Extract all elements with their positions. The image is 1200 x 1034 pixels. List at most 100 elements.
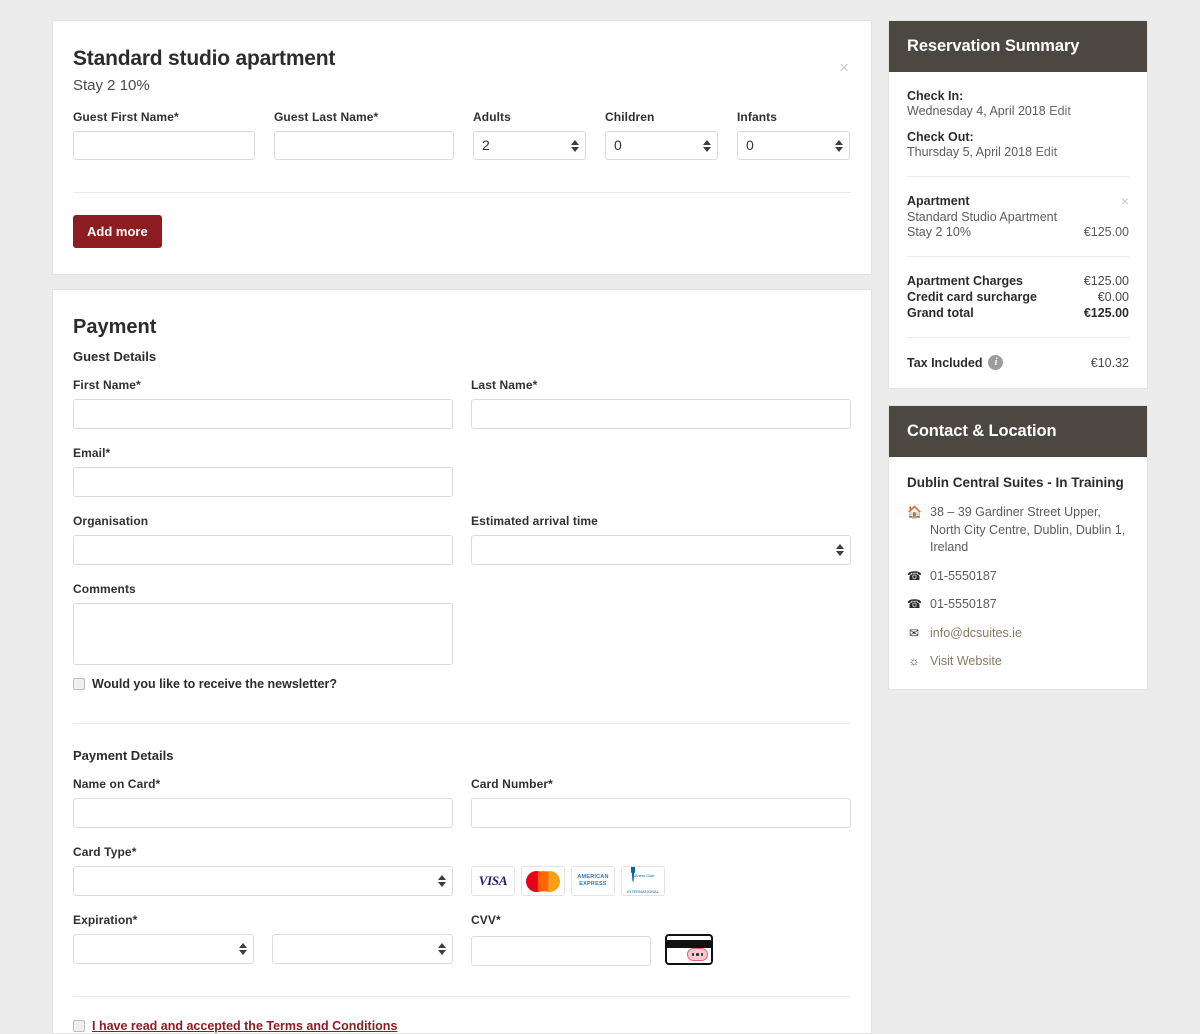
phone-row-1: ☎ 01-5550187: [907, 568, 1129, 586]
remove-apartment-icon[interactable]: ×: [1121, 194, 1129, 208]
card-type-select[interactable]: [73, 866, 453, 896]
phone-1[interactable]: 01-5550187: [930, 568, 997, 586]
apartment-rate-price: €125.00: [1084, 225, 1129, 239]
card-type-label: Card Type*: [73, 845, 453, 859]
tax-included-row: Tax Included i €10.32: [907, 355, 1129, 370]
phone-2[interactable]: 01-5550187: [930, 596, 997, 614]
infants-select[interactable]: 0: [737, 131, 850, 160]
card-number-group: Card Number*: [471, 777, 851, 828]
charge-value: €0.00: [1098, 290, 1129, 304]
website-link[interactable]: Visit Website: [930, 653, 1002, 671]
room-card: × Standard studio apartment Stay 2 10% G…: [52, 20, 872, 275]
phone-icon: ☎: [907, 568, 921, 586]
expiration-year-wrap: [272, 934, 453, 964]
check-in-edit-link[interactable]: Edit: [1049, 104, 1071, 118]
room-rate-name: Stay 2 10%: [73, 77, 851, 94]
last-name-group: Last Name*: [471, 378, 851, 429]
tax-included-value: €10.32: [1091, 356, 1129, 370]
cvv-input[interactable]: [471, 936, 651, 966]
accepted-cards-group: VISA AMERICAN EXPRESS: [471, 845, 851, 913]
page-container: × Standard studio apartment Stay 2 10% G…: [0, 0, 1200, 1034]
divider: [73, 996, 851, 997]
visa-icon: VISA: [471, 866, 515, 896]
website-row: ☼ Visit Website: [907, 653, 1129, 671]
first-name-input[interactable]: [73, 399, 453, 429]
accepted-card-logos: VISA AMERICAN EXPRESS: [471, 866, 851, 896]
email-link[interactable]: info@dcsuites.ie: [930, 625, 1022, 643]
reservation-summary-heading: Reservation Summary: [889, 21, 1147, 72]
info-icon[interactable]: i: [988, 355, 1003, 370]
sidebar: Reservation Summary Check In: Wednesday …: [888, 20, 1148, 1034]
email-input[interactable]: [73, 467, 453, 497]
guest-last-name-input[interactable]: [274, 131, 454, 160]
close-icon[interactable]: ×: [839, 59, 849, 76]
email-group: Email*: [73, 446, 453, 497]
arrival-time-label: Estimated arrival time: [471, 514, 851, 528]
card-type-row: Card Type* VISA: [73, 845, 851, 913]
organisation-input[interactable]: [73, 535, 453, 565]
tax-included-label: Tax Included: [907, 356, 982, 370]
expiration-month-wrap: [73, 934, 254, 964]
comments-row: Comments: [73, 582, 851, 665]
infants-label: Infants: [737, 110, 850, 124]
apartment-header: Apartment ×: [907, 194, 1129, 208]
name-row: First Name* Last Name*: [73, 378, 851, 446]
children-select[interactable]: 0: [605, 131, 718, 160]
last-name-input[interactable]: [471, 399, 851, 429]
add-more-button[interactable]: Add more: [73, 215, 162, 248]
payment-title: Payment: [73, 316, 851, 339]
divider: [73, 723, 851, 724]
check-out-value-row: Thursday 5, April 2018 Edit: [907, 145, 1129, 159]
card-number-input[interactable]: [471, 798, 851, 828]
cvv-label: CVV*: [471, 913, 851, 927]
visa-logo-text: VISA: [479, 873, 507, 889]
name-on-card-group: Name on Card*: [73, 777, 453, 828]
name-on-card-input[interactable]: [73, 798, 453, 828]
comments-label: Comments: [73, 582, 453, 596]
apartment-rate-name: Stay 2 10%: [907, 225, 971, 239]
check-out-edit-link[interactable]: Edit: [1036, 145, 1058, 159]
children-label: Children: [605, 110, 718, 124]
divider: [907, 176, 1129, 177]
payment-details-heading: Payment Details: [73, 748, 851, 763]
card-type-select-wrap: [73, 866, 453, 896]
newsletter-checkbox[interactable]: [73, 678, 85, 690]
email-row-spacer: [471, 446, 851, 514]
check-out-value: Thursday 5, April 2018: [907, 145, 1032, 159]
property-name: Dublin Central Suites - In Training: [907, 474, 1129, 492]
grand-total-row: Grand total €125.00: [907, 306, 1129, 320]
reservation-summary-body: Check In: Wednesday 4, April 2018 Edit C…: [889, 72, 1147, 388]
check-in-label: Check In:: [907, 89, 1129, 103]
charge-row: Apartment Charges €125.00: [907, 274, 1129, 288]
terms-checkbox[interactable]: [73, 1020, 85, 1032]
cvv-row: [471, 934, 851, 966]
expiration-year-select[interactable]: [272, 934, 453, 964]
adults-select[interactable]: 2: [473, 131, 586, 160]
guest-first-name-input[interactable]: [73, 131, 255, 160]
globe-icon: ☼: [907, 653, 921, 671]
terms-and-conditions-link[interactable]: I have read and accepted the Terms and C…: [92, 1019, 397, 1033]
contact-location-heading: Contact & Location: [889, 406, 1147, 457]
amex-icon: AMERICAN EXPRESS: [571, 866, 615, 896]
adults-label: Adults: [473, 110, 586, 124]
guest-last-name-group: Guest Last Name*: [274, 110, 454, 160]
guest-last-name-label: Guest Last Name*: [274, 110, 454, 124]
divider: [907, 337, 1129, 338]
check-in-value: Wednesday 4, April 2018: [907, 104, 1046, 118]
arrival-time-select[interactable]: [471, 535, 851, 565]
card-type-group: Card Type*: [73, 845, 453, 896]
expiration-month-select[interactable]: [73, 934, 254, 964]
apartment-name: Standard Studio Apartment: [907, 210, 1129, 224]
grand-total-key: Grand total: [907, 306, 974, 320]
charge-value: €125.00: [1084, 274, 1129, 288]
comments-textarea[interactable]: [73, 603, 453, 665]
organisation-group: Organisation: [73, 514, 453, 565]
cvv-group: CVV*: [471, 913, 851, 966]
children-group: Children 0: [605, 110, 718, 160]
contact-location-body: Dublin Central Suites - In Training 🏠 38…: [889, 457, 1147, 689]
guest-first-name-label: Guest First Name*: [73, 110, 255, 124]
guest-details-heading: Guest Details: [73, 349, 851, 364]
newsletter-row: Would you like to receive the newsletter…: [73, 677, 851, 691]
arrival-time-select-wrap: [471, 535, 851, 565]
check-in-value-row: Wednesday 4, April 2018 Edit: [907, 104, 1129, 118]
